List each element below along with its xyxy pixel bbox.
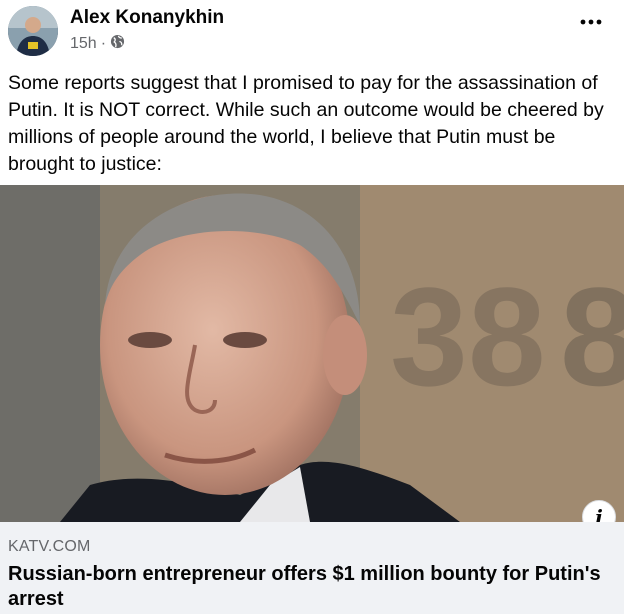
avatar-image <box>8 6 58 56</box>
globe-icon <box>110 34 125 54</box>
portrait-image: 38 8 <box>0 185 624 522</box>
link-preview-image[interactable]: 38 8 <box>0 185 624 522</box>
more-options-icon[interactable] <box>580 14 602 25</box>
meta-separator: · <box>100 35 107 52</box>
svg-text:8: 8 <box>560 258 624 415</box>
post-meta: 15h · <box>70 34 125 54</box>
link-preview-box[interactable]: KATV.COM Russian-born entrepreneur offer… <box>0 522 624 614</box>
post-time[interactable]: 15h <box>70 35 97 53</box>
post-header: Alex Konanykhin 15h · <box>0 0 624 62</box>
post-text: Some reports suggest that I promised to … <box>8 72 604 175</box>
svg-text:38: 38 <box>390 258 546 415</box>
author-avatar[interactable] <box>8 6 58 56</box>
author-name[interactable]: Alex Konanykhin <box>70 7 224 29</box>
link-headline[interactable]: Russian-born entrepreneur offers $1 mill… <box>8 562 608 612</box>
link-domain: KATV.COM <box>8 538 91 555</box>
